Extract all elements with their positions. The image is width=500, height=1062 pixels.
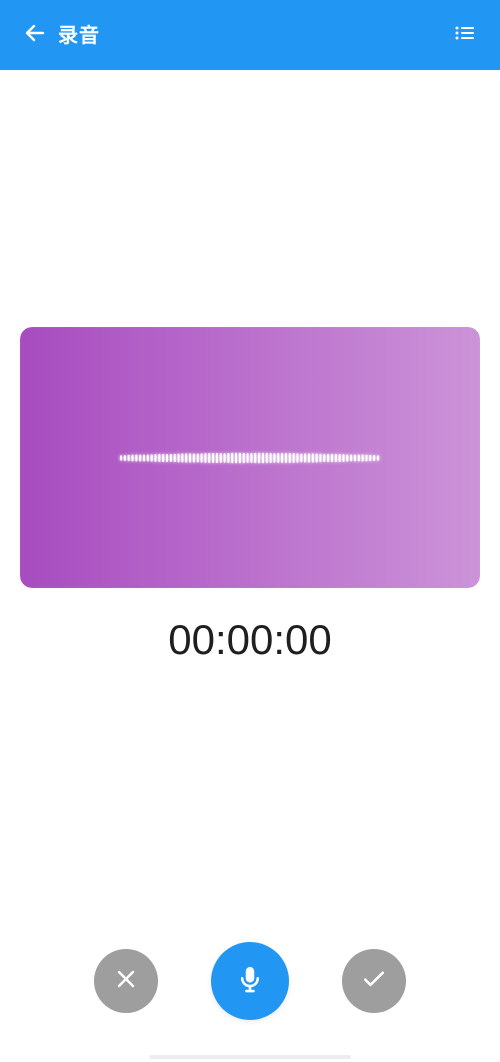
waveform-bar bbox=[361, 454, 364, 462]
waveform-bar bbox=[196, 453, 199, 463]
check-icon bbox=[359, 964, 389, 998]
close-icon bbox=[112, 965, 140, 997]
waveform-bar bbox=[131, 454, 134, 462]
waveform-bar bbox=[288, 452, 291, 464]
waveform-bar bbox=[227, 452, 230, 464]
waveform-bar bbox=[373, 455, 376, 461]
waveform-visualization bbox=[20, 327, 480, 588]
waveform-bar bbox=[173, 453, 176, 463]
cancel-recording-button[interactable] bbox=[94, 949, 158, 1013]
waveform-bar bbox=[246, 453, 249, 463]
waveform-bar bbox=[304, 453, 307, 463]
waveform-bar bbox=[311, 453, 314, 463]
list-icon bbox=[453, 21, 477, 49]
microphone-icon bbox=[233, 962, 267, 1000]
waveform-bar bbox=[192, 453, 195, 463]
page-title: 录音 bbox=[58, 23, 100, 47]
waveform-bar bbox=[181, 453, 184, 463]
recordings-list-button[interactable] bbox=[450, 20, 480, 50]
waveform-bar bbox=[235, 452, 238, 464]
back-button[interactable] bbox=[20, 20, 50, 50]
waveform-bar bbox=[350, 454, 353, 462]
waveform-bar bbox=[254, 452, 257, 464]
waveform-bar bbox=[376, 455, 380, 461]
waveform-bar bbox=[353, 454, 357, 462]
waveform-bar bbox=[338, 453, 341, 463]
waveform-bar bbox=[296, 453, 299, 463]
waveform-bar bbox=[327, 454, 330, 462]
waveform-bar bbox=[200, 453, 203, 463]
app-bar: 录音 bbox=[0, 0, 500, 70]
waveform-bar bbox=[123, 455, 126, 461]
waveform-bar bbox=[188, 453, 192, 463]
waveform-bar bbox=[369, 454, 372, 462]
waveform-bar bbox=[165, 453, 169, 463]
waveform-bar bbox=[135, 454, 138, 462]
save-recording-button[interactable] bbox=[342, 949, 406, 1013]
waveform-bar bbox=[281, 452, 284, 464]
waveform-bar bbox=[250, 453, 253, 463]
waveform-bar bbox=[231, 452, 234, 464]
waveform-bar bbox=[334, 453, 337, 463]
waveform-bar bbox=[150, 454, 153, 462]
waveform-bar bbox=[158, 453, 161, 463]
waveform-bar bbox=[154, 454, 157, 462]
waveform-bar bbox=[261, 452, 264, 464]
waveform-bar bbox=[208, 452, 211, 464]
waveform-bar bbox=[177, 453, 180, 463]
waveform-bar bbox=[146, 454, 149, 462]
waveform-bar bbox=[119, 455, 123, 461]
waveform-bar bbox=[265, 452, 268, 464]
waveform-bar bbox=[238, 452, 241, 464]
waveform-bar bbox=[185, 453, 188, 463]
waveform-bar bbox=[365, 454, 368, 462]
arrow-left-icon bbox=[23, 21, 47, 49]
waveform-bar bbox=[357, 454, 360, 462]
waveform-bar bbox=[204, 453, 207, 463]
waveform-bar bbox=[127, 454, 130, 462]
waveform-bar bbox=[330, 453, 334, 463]
waveform-bar bbox=[277, 453, 280, 463]
waveform-bar bbox=[292, 453, 295, 463]
waveform-bar bbox=[142, 454, 146, 462]
waveform-bar bbox=[273, 453, 276, 463]
recording-timer: 00:00:00 bbox=[168, 616, 332, 663]
waveform-bar bbox=[269, 453, 272, 463]
waveform-bar bbox=[307, 453, 311, 463]
waveform-bar bbox=[215, 453, 218, 463]
home-indicator bbox=[149, 1055, 351, 1059]
waveform-bar bbox=[284, 452, 287, 464]
waveform-bar bbox=[342, 454, 345, 462]
record-button[interactable] bbox=[211, 942, 289, 1020]
waveform-bar bbox=[346, 454, 349, 462]
waveform-bar bbox=[219, 453, 222, 463]
waveform-bar bbox=[212, 452, 215, 464]
waveform-bar bbox=[319, 453, 322, 463]
waveform-card bbox=[20, 327, 480, 588]
waveform-bar bbox=[300, 453, 303, 463]
waveform-bar bbox=[323, 453, 326, 463]
waveform-bar bbox=[223, 453, 226, 463]
waveform-bar bbox=[139, 454, 142, 462]
waveform-bar bbox=[258, 452, 261, 464]
waveform-bar bbox=[315, 453, 318, 463]
waveform-bar bbox=[169, 454, 172, 462]
waveform-bar bbox=[162, 453, 165, 463]
waveform-bar bbox=[242, 452, 245, 464]
